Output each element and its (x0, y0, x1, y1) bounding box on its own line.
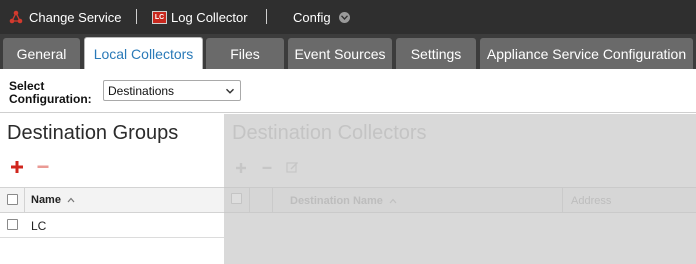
topbar-divider (266, 9, 267, 24)
column-divider (562, 188, 563, 212)
chevron-down-icon (225, 88, 235, 94)
select-all-checkbox[interactable] (7, 194, 18, 205)
tab-local-collectors[interactable]: Local Collectors (84, 37, 203, 69)
service-network-icon (9, 10, 23, 24)
tab-files[interactable]: Files (206, 38, 284, 69)
top-bar: Change Service LC Log Collector Config (0, 0, 696, 34)
log-collector-service[interactable]: LC Log Collector (152, 0, 248, 34)
column-header-destination-name: Destination Name (290, 195, 397, 207)
sort-ascending-icon (67, 197, 75, 203)
sort-ascending-icon (389, 198, 397, 204)
edit-icon (286, 162, 298, 173)
configuration-toolbar: Select Configuration: Destinations (0, 69, 696, 113)
add-icon[interactable] (10, 160, 24, 174)
tab-event-sources[interactable]: Event Sources (288, 38, 392, 69)
change-service-label: Change Service (29, 9, 122, 25)
configuration-select-value: Destinations (108, 83, 175, 98)
remove-icon[interactable] (37, 160, 49, 174)
chevron-down-icon (338, 11, 350, 23)
column-header-name-label: Name (31, 194, 61, 206)
topbar-divider (136, 9, 137, 24)
destination-collectors-title: Destination Collectors (232, 122, 427, 144)
log-collector-label: Log Collector (171, 9, 248, 25)
change-service-button[interactable]: Change Service (9, 0, 122, 34)
select-configuration-label: Select Configuration: (9, 80, 92, 106)
select-all-checkbox (231, 193, 242, 204)
column-header-name[interactable]: Name (31, 194, 75, 206)
log-collector-icon: LC (152, 10, 167, 24)
column-header-address: Address (571, 195, 612, 207)
destination-collectors-panel: Destination Collectors Destination Name … (224, 114, 696, 264)
config-menu[interactable]: Config (293, 0, 350, 34)
remove-icon (262, 166, 272, 169)
select-configuration-label-line2: Configuration: (9, 92, 92, 106)
add-icon (236, 163, 246, 173)
column-header-destination-name-label: Destination Name (290, 195, 383, 207)
table-row[interactable]: LC (0, 213, 224, 238)
config-label: Config (293, 9, 331, 25)
configuration-select[interactable]: Destinations (103, 80, 241, 101)
row-name-cell: LC (31, 219, 47, 233)
destination-collectors-grid-header: Destination Name Address (224, 187, 696, 213)
destination-groups-title: Destination Groups (7, 122, 179, 144)
tab-settings[interactable]: Settings (396, 38, 476, 69)
tab-bar: General Local Collectors Files Event Sou… (0, 34, 696, 69)
column-divider (24, 188, 25, 212)
destination-groups-grid-header: Name (0, 187, 224, 213)
column-divider (272, 188, 273, 212)
row-checkbox[interactable] (7, 219, 18, 230)
tab-general[interactable]: General (3, 38, 80, 69)
column-divider (249, 188, 250, 212)
tab-appliance-service-configuration[interactable]: Appliance Service Configuration (480, 38, 693, 69)
